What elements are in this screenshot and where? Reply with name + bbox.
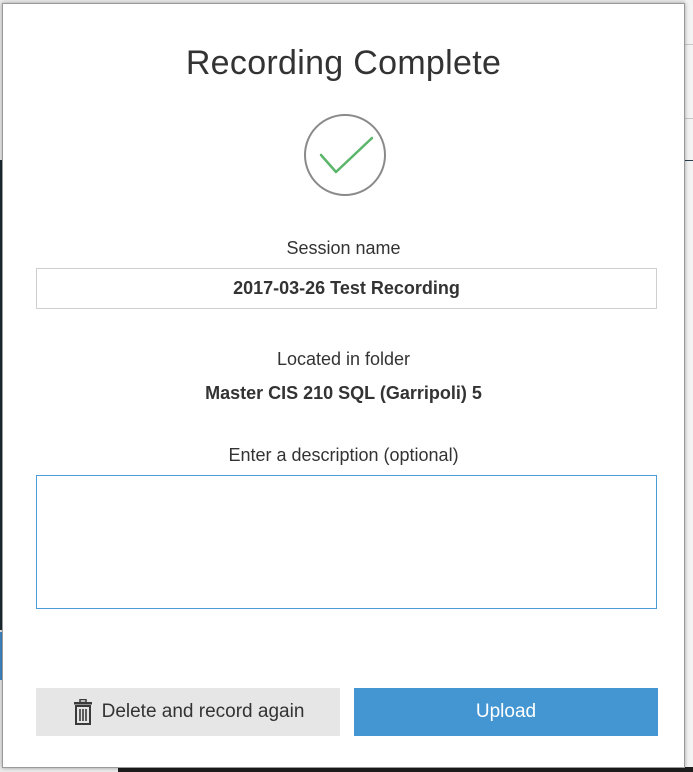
background-divider bbox=[685, 118, 693, 119]
upload-button[interactable]: Upload bbox=[354, 688, 658, 736]
delete-and-record-again-button[interactable]: Delete and record again bbox=[36, 688, 340, 736]
delete-button-label: Delete and record again bbox=[101, 701, 305, 722]
trash-icon bbox=[72, 699, 94, 725]
description-label: Enter a description (optional) bbox=[228, 445, 459, 465]
session-name-label: Session name bbox=[286, 238, 401, 258]
background-divider bbox=[685, 44, 693, 45]
folder-name: Master CIS 210 SQL (Garripoli) 5 bbox=[205, 383, 482, 403]
folder-label: Located in folder bbox=[276, 349, 411, 369]
session-name-input[interactable] bbox=[36, 268, 657, 309]
upload-button-label: Upload bbox=[475, 701, 537, 722]
background-divider bbox=[685, 160, 693, 161]
dialog-title: Recording Complete bbox=[185, 44, 502, 82]
recording-complete-dialog: Recording Complete Session name Located … bbox=[2, 3, 685, 768]
checkmark-circle-icon bbox=[304, 114, 386, 196]
background-right-edge bbox=[685, 0, 693, 772]
description-textarea[interactable] bbox=[36, 475, 657, 609]
